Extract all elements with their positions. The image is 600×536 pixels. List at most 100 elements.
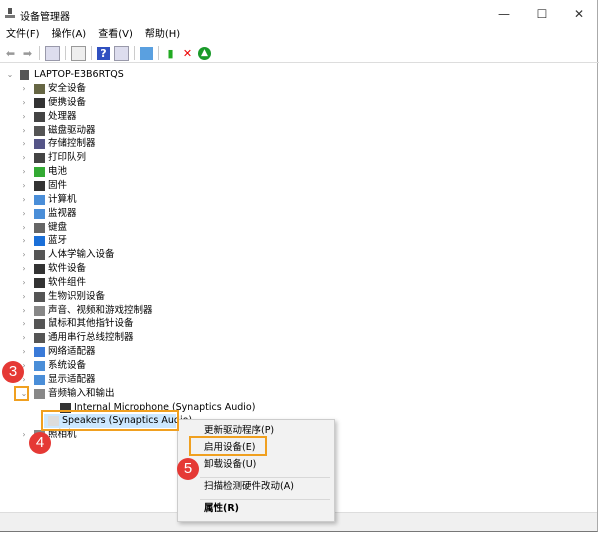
chevron-right-icon[interactable]: › bbox=[20, 221, 28, 235]
tree-item-label: 便携设备 bbox=[48, 96, 87, 108]
chevron-right-icon[interactable]: › bbox=[20, 248, 28, 262]
step-badge-3: 3 bbox=[2, 361, 24, 383]
chevron-right-icon[interactable]: › bbox=[20, 331, 28, 345]
context-menu: 更新驱动程序(P) 启用设备(E) 卸载设备(U) 扫描检测硬件改动(A) 属性… bbox=[177, 419, 335, 522]
chevron-right-icon[interactable]: › bbox=[20, 82, 28, 96]
tree-item-label: 网络适配器 bbox=[48, 346, 96, 358]
minimize-button[interactable]: — bbox=[486, 4, 522, 24]
chevron-right-icon[interactable]: › bbox=[20, 151, 28, 165]
tree-item-label: 键盘 bbox=[48, 221, 68, 233]
menu-scan-hardware[interactable]: 扫描检测硬件改动(A) bbox=[204, 480, 294, 494]
device-category-icon bbox=[34, 291, 45, 302]
device-category-icon bbox=[34, 319, 45, 330]
chevron-right-icon[interactable]: › bbox=[20, 290, 28, 304]
chevron-right-icon[interactable]: › bbox=[20, 96, 28, 110]
view-icon[interactable] bbox=[114, 45, 129, 61]
update-driver-icon[interactable]: ▲ bbox=[198, 46, 211, 60]
chevron-right-icon[interactable]: › bbox=[20, 207, 28, 221]
root-label: LAPTOP-E3B6RTQS bbox=[34, 69, 124, 80]
tree-item-label: 软件组件 bbox=[48, 276, 87, 288]
tree-item-label: 鼠标和其他指针设备 bbox=[48, 318, 134, 330]
separator bbox=[158, 46, 159, 60]
tree-item-label: 安全设备 bbox=[48, 83, 87, 94]
computer-icon bbox=[20, 70, 29, 80]
menu-file[interactable]: 文件(F) bbox=[0, 28, 46, 42]
chevron-right-icon[interactable]: › bbox=[20, 124, 28, 138]
chevron-right-icon[interactable]: › bbox=[20, 165, 28, 179]
device-category-icon bbox=[34, 236, 45, 247]
menu-bar: 文件(F) 操作(A) 查看(V) 帮助(H) bbox=[0, 28, 186, 42]
tree-item-label: 打印队列 bbox=[48, 152, 87, 164]
tree-item-label: 计算机 bbox=[48, 193, 77, 205]
scan-icon[interactable] bbox=[140, 46, 153, 60]
help-icon[interactable]: ? bbox=[97, 46, 110, 60]
highlight-enable-device bbox=[189, 436, 267, 456]
device-category-icon bbox=[34, 388, 45, 399]
chevron-right-icon[interactable]: › bbox=[20, 262, 28, 276]
tree-item-label: 存储控制器 bbox=[48, 138, 96, 150]
tree-item-label: 固件 bbox=[48, 179, 68, 191]
device-category-icon bbox=[34, 333, 45, 344]
device-category-icon bbox=[34, 139, 45, 150]
tree-item-label: 音频输入和输出 bbox=[48, 387, 115, 399]
tree-item-label: 监视器 bbox=[48, 207, 77, 219]
chevron-right-icon[interactable]: › bbox=[20, 428, 28, 442]
tree-item-label: 软件设备 bbox=[48, 263, 87, 275]
window-title: 设备管理器 bbox=[20, 12, 70, 23]
device-category-icon bbox=[34, 208, 45, 219]
separator bbox=[91, 46, 92, 60]
uninstall-icon[interactable]: ✕ bbox=[181, 47, 194, 60]
chevron-right-icon[interactable]: › bbox=[20, 317, 28, 331]
device-category-icon bbox=[34, 194, 45, 205]
tree-item-label: 生物识别设备 bbox=[48, 290, 106, 302]
separator bbox=[39, 46, 40, 60]
chevron-right-icon[interactable]: › bbox=[20, 110, 28, 124]
tree-item-label: 系统设备 bbox=[48, 360, 87, 371]
step-badge-5: 5 bbox=[177, 458, 199, 480]
device-category-icon bbox=[34, 84, 45, 94]
tree-item-label: 处理器 bbox=[48, 110, 77, 122]
device-manager-icon bbox=[5, 8, 15, 19]
device-category-icon bbox=[34, 125, 45, 136]
menu-action[interactable]: 操作(A) bbox=[46, 28, 93, 42]
menu-properties[interactable]: 属性(R) bbox=[204, 502, 239, 516]
forward-icon[interactable]: ➡ bbox=[21, 47, 34, 60]
tree-item-label: 显示适配器 bbox=[48, 373, 96, 385]
device-category-icon bbox=[34, 305, 45, 316]
chevron-right-icon[interactable]: › bbox=[20, 137, 28, 151]
chevron-right-icon[interactable]: › bbox=[20, 234, 28, 248]
device-category-icon bbox=[34, 250, 45, 261]
close-button[interactable]: ✕ bbox=[561, 4, 597, 24]
highlight-expand-arrow bbox=[14, 386, 29, 401]
device-category-icon bbox=[34, 167, 45, 178]
device-category-icon bbox=[34, 180, 45, 191]
chevron-right-icon[interactable]: › bbox=[20, 193, 28, 207]
menu-help[interactable]: 帮助(H) bbox=[139, 28, 186, 42]
device-category-icon bbox=[34, 277, 45, 288]
properties-icon[interactable] bbox=[45, 45, 60, 61]
separator bbox=[65, 46, 66, 60]
menu-separator bbox=[200, 477, 330, 478]
enable-device-icon[interactable]: ▮ bbox=[164, 47, 177, 60]
highlight-speakers bbox=[41, 410, 179, 431]
tree-item-label: 磁盘驱动器 bbox=[48, 124, 96, 136]
device-category-icon bbox=[34, 264, 45, 275]
tree-item-label: 声音、视频和游戏控制器 bbox=[48, 304, 153, 316]
toolbar: ⬅ ➡ ? ▮ ✕ ▲ bbox=[0, 44, 599, 63]
back-icon[interactable]: ⬅ bbox=[4, 47, 17, 60]
tree-item-label: 蓝牙 bbox=[48, 235, 68, 247]
tree-item-label: 通用串行总线控制器 bbox=[48, 332, 134, 344]
chevron-right-icon[interactable]: › bbox=[20, 345, 28, 359]
chevron-right-icon[interactable]: › bbox=[20, 179, 28, 193]
step-badge-4: 4 bbox=[29, 432, 51, 454]
maximize-button[interactable]: ☐ bbox=[524, 4, 560, 24]
menu-view[interactable]: 查看(V) bbox=[92, 28, 139, 42]
device-category-icon bbox=[34, 361, 45, 371]
chevron-right-icon[interactable]: › bbox=[20, 304, 28, 318]
separator bbox=[134, 46, 135, 60]
menu-uninstall-device[interactable]: 卸载设备(U) bbox=[204, 458, 256, 472]
update-icon[interactable] bbox=[71, 45, 86, 61]
title-bar: 设备管理器 — ☐ ✕ bbox=[0, 0, 597, 28]
chevron-down-icon[interactable]: ⌄ bbox=[6, 68, 14, 82]
chevron-right-icon[interactable]: › bbox=[20, 276, 28, 290]
